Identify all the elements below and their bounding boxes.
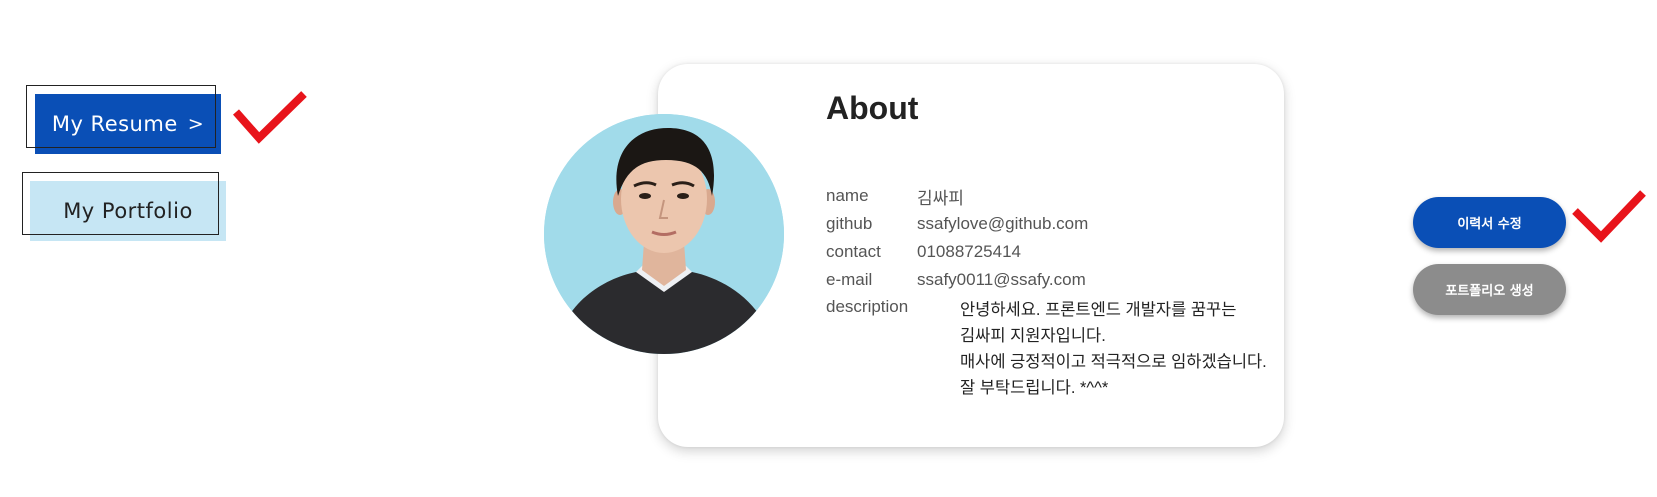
profile-info: name 김싸피 github ssafylove@github.com con…: [826, 182, 1267, 401]
info-row-email: e-mail ssafy0011@ssafy.com: [826, 266, 1267, 294]
my-resume-fill[interactable]: My Resume >: [35, 94, 221, 154]
my-portfolio-label: My Portfolio: [63, 199, 193, 223]
name-label: name: [826, 186, 869, 205]
github-value: ssafylove@github.com: [917, 214, 1089, 233]
description-line: 잘 부탁드립니다. *^^*: [960, 379, 1109, 397]
profile-photo: [544, 114, 784, 354]
page: My Resume > My Portfolio About name 김싸피 …: [0, 0, 1657, 497]
chevron-right-icon: >: [187, 113, 205, 135]
info-row-contact: contact 01088725414: [826, 238, 1267, 266]
github-label: github: [826, 214, 873, 233]
red-checkmark-icon: [233, 91, 307, 144]
about-heading: About: [826, 90, 919, 126]
email-value: ssafy0011@ssafy.com: [917, 270, 1086, 289]
create-portfolio-button[interactable]: 포트폴리오 생성: [1413, 264, 1566, 315]
my-resume-button[interactable]: My Resume >: [26, 85, 222, 155]
my-portfolio-fill[interactable]: My Portfolio: [30, 181, 226, 241]
edit-resume-button[interactable]: 이력서 수정: [1413, 197, 1566, 248]
my-resume-label: My Resume: [51, 112, 178, 136]
info-row-description: description 안녕하세요. 프론트엔드 개발자를 꿈꾸는 김싸피 지원…: [826, 297, 1267, 401]
contact-value: 01088725414: [917, 242, 1022, 261]
description-line: 김싸피 지원자입니다.: [960, 327, 1106, 345]
contact-label: contact: [826, 242, 881, 261]
name-value: 김싸피: [917, 188, 964, 208]
description-line: 매사에 긍정적이고 적극적으로 임하겠습니다.: [960, 353, 1267, 371]
my-portfolio-button[interactable]: My Portfolio: [22, 172, 228, 242]
description-line: 안녕하세요. 프론트엔드 개발자를 꿈꾸는: [960, 301, 1237, 319]
description-text: 안녕하세요. 프론트엔드 개발자를 꿈꾸는 김싸피 지원자입니다. 매사에 긍정…: [960, 297, 1267, 401]
email-label: e-mail: [826, 270, 873, 289]
person-portrait-icon: [544, 114, 784, 354]
description-label: description: [826, 297, 909, 316]
info-row-github: github ssafylove@github.com: [826, 210, 1267, 238]
red-checkmark-icon: [1572, 190, 1646, 243]
info-row-name: name 김싸피: [826, 182, 1267, 210]
